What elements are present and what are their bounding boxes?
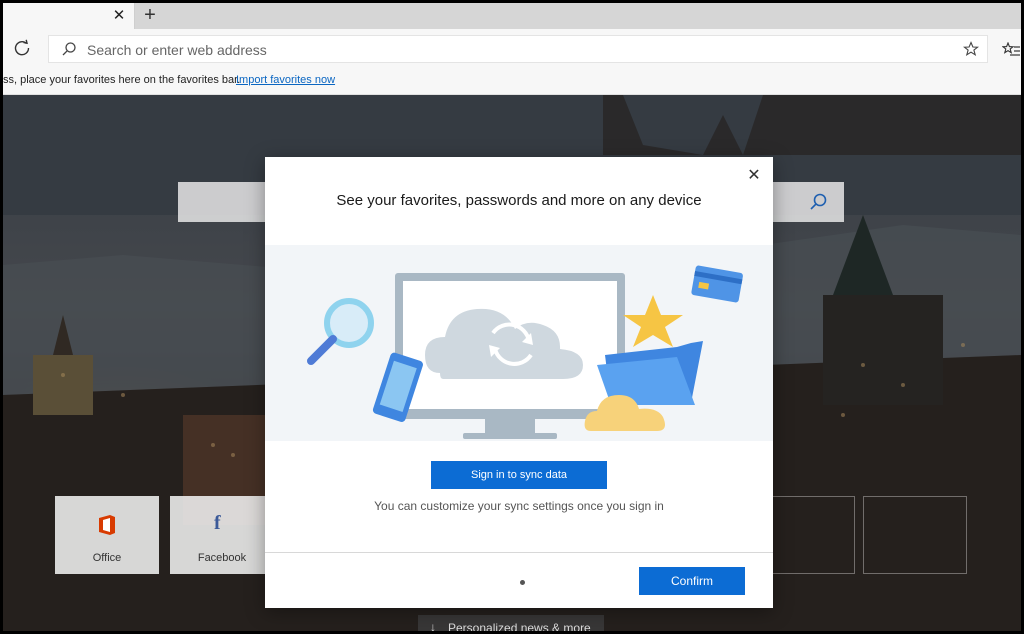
- tile-label: Office: [92, 552, 122, 564]
- sync-settings-hint: You can customize your sync settings onc…: [374, 499, 664, 513]
- favorites-bar: ss, place your favorites here on the fav…: [3, 67, 1021, 95]
- tab-active[interactable]: ✕: [3, 3, 135, 29]
- facebook-icon: f: [214, 512, 221, 534]
- dialog-title: See your favorites, passwords and more o…: [336, 192, 702, 209]
- quick-link-facebook[interactable]: f Facebook: [170, 496, 274, 574]
- address-input[interactable]: [87, 40, 927, 60]
- favorites-bar-message: ss, place your favorites here on the fav…: [3, 74, 241, 86]
- pagination-dot: [520, 580, 525, 585]
- personalized-news-button[interactable]: ↓ Personalized news & more: [418, 615, 604, 631]
- sync-dialog: ✕ See your favorites, passwords and more…: [265, 157, 773, 608]
- search-icon[interactable]: [808, 192, 828, 212]
- confirm-button[interactable]: Confirm: [639, 567, 745, 595]
- close-tab-icon[interactable]: ✕: [110, 7, 128, 25]
- toolbar: [3, 29, 1021, 67]
- devices-sync-illustration: [307, 265, 743, 439]
- sync-illustration: [265, 245, 773, 441]
- address-bar[interactable]: [48, 35, 988, 63]
- favorites-hub-icon[interactable]: [1002, 42, 1020, 58]
- arrow-down-icon: ↓: [430, 620, 436, 631]
- new-tab-button[interactable]: +: [139, 4, 161, 26]
- favorite-star-icon[interactable]: [963, 41, 979, 57]
- close-icon[interactable]: ✕: [745, 167, 763, 185]
- import-favorites-link[interactable]: Import favorites now: [236, 74, 335, 86]
- quick-link-placeholder[interactable]: [863, 496, 967, 574]
- tab-strip: ✕ +: [3, 3, 1021, 29]
- search-icon: [62, 42, 76, 56]
- quick-link-office[interactable]: Office: [55, 496, 159, 574]
- sign-in-sync-button[interactable]: Sign in to sync data: [431, 461, 607, 489]
- refresh-icon[interactable]: [11, 37, 33, 59]
- office-icon: [99, 515, 115, 535]
- dialog-footer: Confirm: [265, 552, 773, 608]
- news-button-label: Personalized news & more: [448, 621, 591, 631]
- tile-label: Facebook: [197, 552, 247, 564]
